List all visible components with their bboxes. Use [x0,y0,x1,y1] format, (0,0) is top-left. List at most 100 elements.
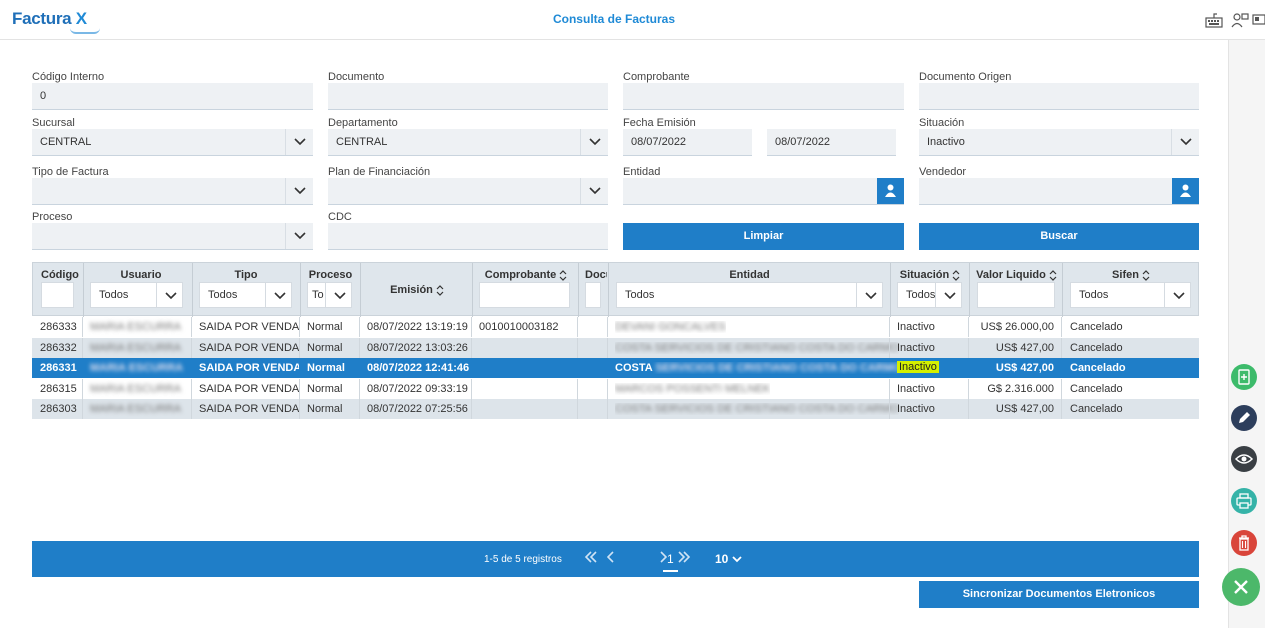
chevron-down-icon[interactable] [1171,129,1199,155]
chevron-down-icon [732,556,742,563]
delete-button[interactable] [1231,530,1257,556]
chevron-down-icon[interactable] [935,283,961,307]
tipo-factura-label: Tipo de Factura [32,166,109,178]
col-sifen[interactable]: Sifen [1063,269,1199,281]
chevron-down-icon[interactable] [580,129,608,155]
fecha-hasta-input[interactable]: 08/07/2022 [767,129,896,156]
eye-icon [1234,454,1254,464]
col-tipo[interactable]: Tipo [193,269,299,281]
fecha-desde-input[interactable]: 08/07/2022 [623,129,752,156]
departamento-select[interactable]: CENTRAL [328,129,608,156]
filter-entidad[interactable]: Todos [616,282,883,308]
col-codigo[interactable]: Código [41,269,79,281]
pencil-icon [1239,412,1250,423]
entidad-input[interactable] [623,178,904,205]
sort-icon [952,269,960,281]
table-row[interactable]: 286303 MARIA ESCURRA SAIDA POR VENDA Nor… [32,399,1199,419]
filter-comprobante[interactable] [479,282,570,308]
close-button[interactable] [1222,568,1260,606]
screen-icon[interactable] [1252,12,1265,32]
fecha-emision-label: Fecha Emisión [623,117,696,129]
codigo-interno-input[interactable]: 0 [32,83,313,110]
close-icon [1234,580,1248,594]
documento-label: Documento [328,71,385,83]
edit-button[interactable] [1231,405,1257,431]
filter-situacion[interactable]: Todos [897,282,962,308]
sync-documents-button[interactable]: Sincronizar Documentos Eletronicos [919,581,1199,608]
filter-valor[interactable] [977,282,1055,308]
chevron-down-icon[interactable] [265,283,291,307]
chevron-down-icon[interactable] [856,283,882,307]
col-proceso[interactable]: Proceso [301,269,360,281]
col-emision[interactable]: Emisión [361,284,473,296]
proceso-label: Proceso [32,211,73,223]
codigo-interno-label: Código Interno [32,71,105,83]
col-documento[interactable]: Docu [585,269,607,281]
tipo-factura-select[interactable] [32,178,313,205]
print-button[interactable] [1231,488,1257,514]
status-badge: Inactivo [897,361,939,373]
documento-origen-input[interactable] [919,83,1199,110]
filter-tipo[interactable]: Todos [199,282,292,308]
col-comprobante[interactable]: Comprobante [473,269,579,281]
pagination-info: 1-5 de 5 registros [484,554,562,565]
sort-icon [559,269,567,281]
col-entidad[interactable]: Entidad [609,269,890,281]
cdc-input[interactable] [328,223,608,250]
sort-icon [1142,269,1150,281]
chevron-down-icon[interactable] [156,283,182,307]
situacion-label: Situación [919,117,965,129]
users-icon[interactable] [1231,12,1249,32]
entidad-search-button[interactable] [877,178,904,204]
table-row[interactable]: 286315 MARIA ESCURRA SAIDA POR VENDA C N… [32,379,1199,399]
pagination-bar: 1-5 de 5 registros 1 10 [32,541,1199,577]
proceso-select[interactable] [32,223,313,250]
app-header: Factura X Consulta de Facturas [0,0,1265,40]
table-row-selected[interactable]: 286331 MARIA ESCURRA SAIDA POR VENDA Nor… [32,358,1199,378]
last-page-icon[interactable] [677,551,691,566]
prev-page-icon[interactable] [606,551,615,566]
first-page-icon[interactable] [584,551,598,566]
grid-header: Código Usuario Todos Tipo Todos Proceso … [32,262,1199,317]
sort-icon [436,284,444,296]
col-valor[interactable]: Valor Liquido [970,269,1063,281]
table-row[interactable]: 286332 MARIA ESCURRA SAIDA POR VENDA Nor… [32,338,1199,358]
filter-documento[interactable] [585,282,601,308]
chevron-down-icon[interactable] [285,129,313,155]
limpiar-button[interactable]: Limpiar [623,223,904,250]
trash-icon [1239,535,1249,551]
chevron-down-icon[interactable] [325,283,351,307]
vendedor-input[interactable] [919,178,1199,205]
page-size-select[interactable]: 10 [715,552,742,566]
buscar-button[interactable]: Buscar [919,223,1199,250]
comprobante-label: Comprobante [623,71,690,83]
vendedor-search-button[interactable] [1172,178,1199,204]
keyboard-icon[interactable] [1205,12,1223,32]
sort-icon [1049,269,1057,281]
documento-origen-label: Documento Origen [919,71,1012,83]
col-situacion[interactable]: Situación [891,269,969,281]
chevron-down-icon[interactable] [285,178,313,204]
col-usuario[interactable]: Usuario [89,269,193,281]
sucursal-label: Sucursal [32,117,75,129]
filter-sifen[interactable]: Todos [1070,282,1191,308]
situacion-select[interactable]: Inactivo [919,129,1199,156]
vendedor-label: Vendedor [919,166,967,178]
chevron-down-icon[interactable] [285,223,313,249]
filter-proceso[interactable]: To [307,282,352,308]
user-icon [885,184,896,197]
documento-input[interactable] [328,83,608,110]
chevron-down-icon[interactable] [1164,283,1190,307]
table-row[interactable]: 286333 MARIA ESCURRA SAIDA POR VENDA C N… [32,317,1199,337]
sucursal-select[interactable]: CENTRAL [32,129,313,156]
chevron-down-icon[interactable] [580,178,608,204]
filter-usuario[interactable]: Todos [90,282,183,308]
filter-codigo[interactable] [41,282,74,308]
view-button[interactable] [1231,446,1257,472]
comprobante-input[interactable] [623,83,904,110]
next-page-icon[interactable] [659,551,668,566]
user-icon [1180,184,1191,197]
plan-financiacion-select[interactable] [328,178,608,205]
page-title: Consulta de Facturas [552,12,676,26]
add-button[interactable] [1231,364,1257,390]
